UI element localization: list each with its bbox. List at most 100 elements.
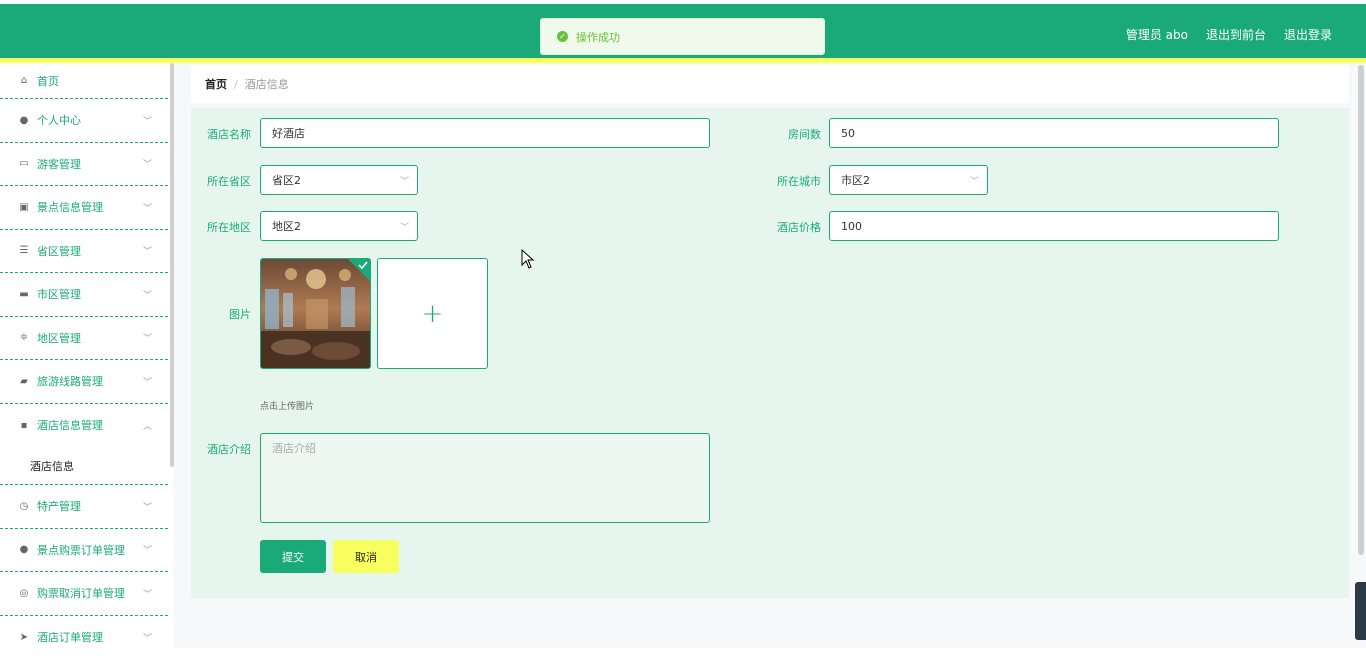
chevron-up-icon: ︿ <box>143 419 152 432</box>
upload-tip: 点击上传图片 <box>260 399 314 412</box>
home-icon: ⌂ <box>18 75 30 86</box>
city-value: 市区2 <box>841 172 870 188</box>
sidebar-item-route-mgmt[interactable]: ▰ 旅游线路管理 ﹀ <box>0 360 168 404</box>
sidebar-item-cancel-order-mgmt[interactable]: ◎ 购票取消订单管理 ﹀ <box>0 572 168 616</box>
plus-icon: + <box>422 299 444 329</box>
breadcrumb: 首页 / 酒店信息 <box>191 65 1349 103</box>
sidebar-item-ticket-order-mgmt[interactable]: ● 景点购票订单管理 ﹀ <box>0 529 168 573</box>
user-icon: ● <box>18 115 30 126</box>
province-label: 所在省区 <box>181 173 251 189</box>
add-image-button[interactable]: + <box>377 258 488 369</box>
success-toast: ✓ 操作成功 <box>540 18 825 55</box>
sidebar-item-district-mgmt[interactable]: ≑ 地区管理 ﹀ <box>0 317 168 361</box>
sidebar-item-label: 个人中心 <box>37 112 81 128</box>
chevron-down-icon: ﹀ <box>143 201 152 214</box>
chevron-down-icon: ﹀ <box>143 331 152 344</box>
chevron-down-icon: ﹀ <box>143 543 152 556</box>
toast-message: 操作成功 <box>576 29 620 45</box>
user-icon: ● <box>18 544 30 555</box>
sidebar-item-label: 酒店订单管理 <box>37 629 103 645</box>
district-select[interactable]: 地区2 ﹀ <box>260 211 418 241</box>
sidebar-item-label: 景点购票订单管理 <box>37 542 125 558</box>
top-links: 管理员 abo 退出到前台 退出登录 <box>1126 26 1332 43</box>
admin-label: 管理员 abo <box>1126 26 1188 43</box>
clock-icon: ◷ <box>18 501 30 512</box>
intro-textarea[interactable]: 酒店介绍 <box>260 433 710 523</box>
mouse-cursor-icon <box>521 249 535 269</box>
sidebar-item-label: 特产管理 <box>37 498 81 514</box>
city-label: 所在城市 <box>751 173 821 189</box>
image-label: 图片 <box>181 306 251 322</box>
cancel-button[interactable]: 取消 <box>333 540 399 573</box>
page-scrollbar[interactable] <box>1358 65 1364 640</box>
hotel-name-input[interactable]: 好酒店 <box>260 118 710 148</box>
sidebar-item-hotel-order-mgmt[interactable]: ➤ 酒店订单管理 ﹀ <box>0 616 168 659</box>
sidebar-item-personal-center[interactable]: ● 个人中心 ﹀ <box>0 99 168 143</box>
room-count-input[interactable]: 50 <box>829 118 1279 148</box>
city-select[interactable]: 市区2 ﹀ <box>829 165 988 195</box>
hotel-name-value: 好酒店 <box>272 125 305 141</box>
sidebar-subitem-hotel-info[interactable]: 酒店信息 <box>0 447 168 485</box>
sidebar-item-label: 旅游线路管理 <box>37 373 103 389</box>
clipboard-icon: ▣ <box>18 202 30 213</box>
room-count-label: 房间数 <box>751 126 821 142</box>
province-value: 省区2 <box>272 172 301 188</box>
floating-widget[interactable] <box>1355 582 1366 640</box>
breadcrumb-home[interactable]: 首页 <box>205 76 227 92</box>
success-check-icon: ✓ <box>557 31 568 42</box>
list-icon: ☰ <box>18 245 30 256</box>
sidebar-item-scenic-mgmt[interactable]: ▣ 景点信息管理 ﹀ <box>0 186 168 230</box>
province-select[interactable]: 省区2 ﹀ <box>260 165 418 195</box>
district-value: 地区2 <box>272 218 301 234</box>
breadcrumb-current: 酒店信息 <box>245 76 289 92</box>
chevron-down-icon: ﹀ <box>143 288 152 301</box>
price-value: 100 <box>841 220 862 233</box>
price-label: 酒店价格 <box>751 219 821 235</box>
room-count-value: 50 <box>841 127 855 140</box>
sidebar-item-province-mgmt[interactable]: ☰ 省区管理 ﹀ <box>0 230 168 274</box>
send-icon: ➤ <box>18 632 30 643</box>
intro-placeholder: 酒店介绍 <box>272 442 316 455</box>
chevron-down-icon: ﹀ <box>970 174 979 187</box>
chat-icon: ▪ <box>18 420 30 431</box>
chevron-down-icon: ﹀ <box>143 244 152 257</box>
sidebar-item-visitor-mgmt[interactable]: ▭ 游客管理 ﹀ <box>0 143 168 187</box>
chevron-down-icon: ﹀ <box>143 375 152 388</box>
id-card-icon: ▭ <box>18 158 30 169</box>
price-input[interactable]: 100 <box>829 211 1279 241</box>
ticket-icon: ▰ <box>18 376 30 387</box>
chevron-down-icon: ﹀ <box>143 114 152 127</box>
sidebar-item-label: 购票取消订单管理 <box>37 585 125 601</box>
sidebar-item-label: 酒店信息管理 <box>37 417 103 433</box>
uploaded-hotel-image[interactable] <box>260 258 371 369</box>
sidebar-item-label: 首页 <box>37 73 59 89</box>
sidebar-item-hotel-mgmt[interactable]: ▪ 酒店信息管理 ︿ <box>0 404 168 448</box>
sidebar-item-label: 地区管理 <box>37 330 81 346</box>
chevron-down-icon: ﹀ <box>143 587 152 600</box>
sidebar-item-label: 省区管理 <box>37 243 81 259</box>
sliders-icon: ≑ <box>18 332 30 343</box>
chevron-down-icon: ﹀ <box>400 220 409 233</box>
sidebar-item-label: 市区管理 <box>37 286 81 302</box>
main-content: 首页 / 酒店信息 酒店名称 好酒店 房间数 50 所在省区 省区2 ﹀ 所在城… <box>174 63 1366 648</box>
monitor-icon: ▬ <box>18 289 30 300</box>
intro-label: 酒店介绍 <box>181 441 251 457</box>
page-scrollbar-thumb[interactable] <box>1358 65 1364 555</box>
crosshair-icon: ◎ <box>18 588 30 599</box>
submit-button[interactable]: 提交 <box>260 540 326 573</box>
chevron-down-icon: ﹀ <box>143 500 152 513</box>
chevron-down-icon: ﹀ <box>143 157 152 170</box>
upload-success-check-icon <box>348 259 370 281</box>
sidebar-item-label: 景点信息管理 <box>37 199 103 215</box>
sidebar-item-specialty-mgmt[interactable]: ◷ 特产管理 ﹀ <box>0 485 168 529</box>
chevron-down-icon: ﹀ <box>400 174 409 187</box>
hotel-form: 酒店名称 好酒店 房间数 50 所在省区 省区2 ﹀ 所在城市 市区2 ﹀ 所在… <box>191 108 1349 598</box>
logout-link[interactable]: 退出登录 <box>1284 26 1332 43</box>
back-to-front-link[interactable]: 退出到前台 <box>1206 26 1266 43</box>
sidebar-menu: ⌂ 首页 ● 个人中心 ﹀ ▭ 游客管理 ﹀ ▣ 景点信息管理 ﹀ ☰ 省区管理… <box>0 63 168 648</box>
sidebar-item-label: 游客管理 <box>37 156 81 172</box>
breadcrumb-separator: / <box>234 78 238 91</box>
sidebar-item-home[interactable]: ⌂ 首页 <box>0 63 168 99</box>
sidebar-item-city-mgmt[interactable]: ▬ 市区管理 ﹀ <box>0 273 168 317</box>
chevron-down-icon: ﹀ <box>143 631 152 644</box>
